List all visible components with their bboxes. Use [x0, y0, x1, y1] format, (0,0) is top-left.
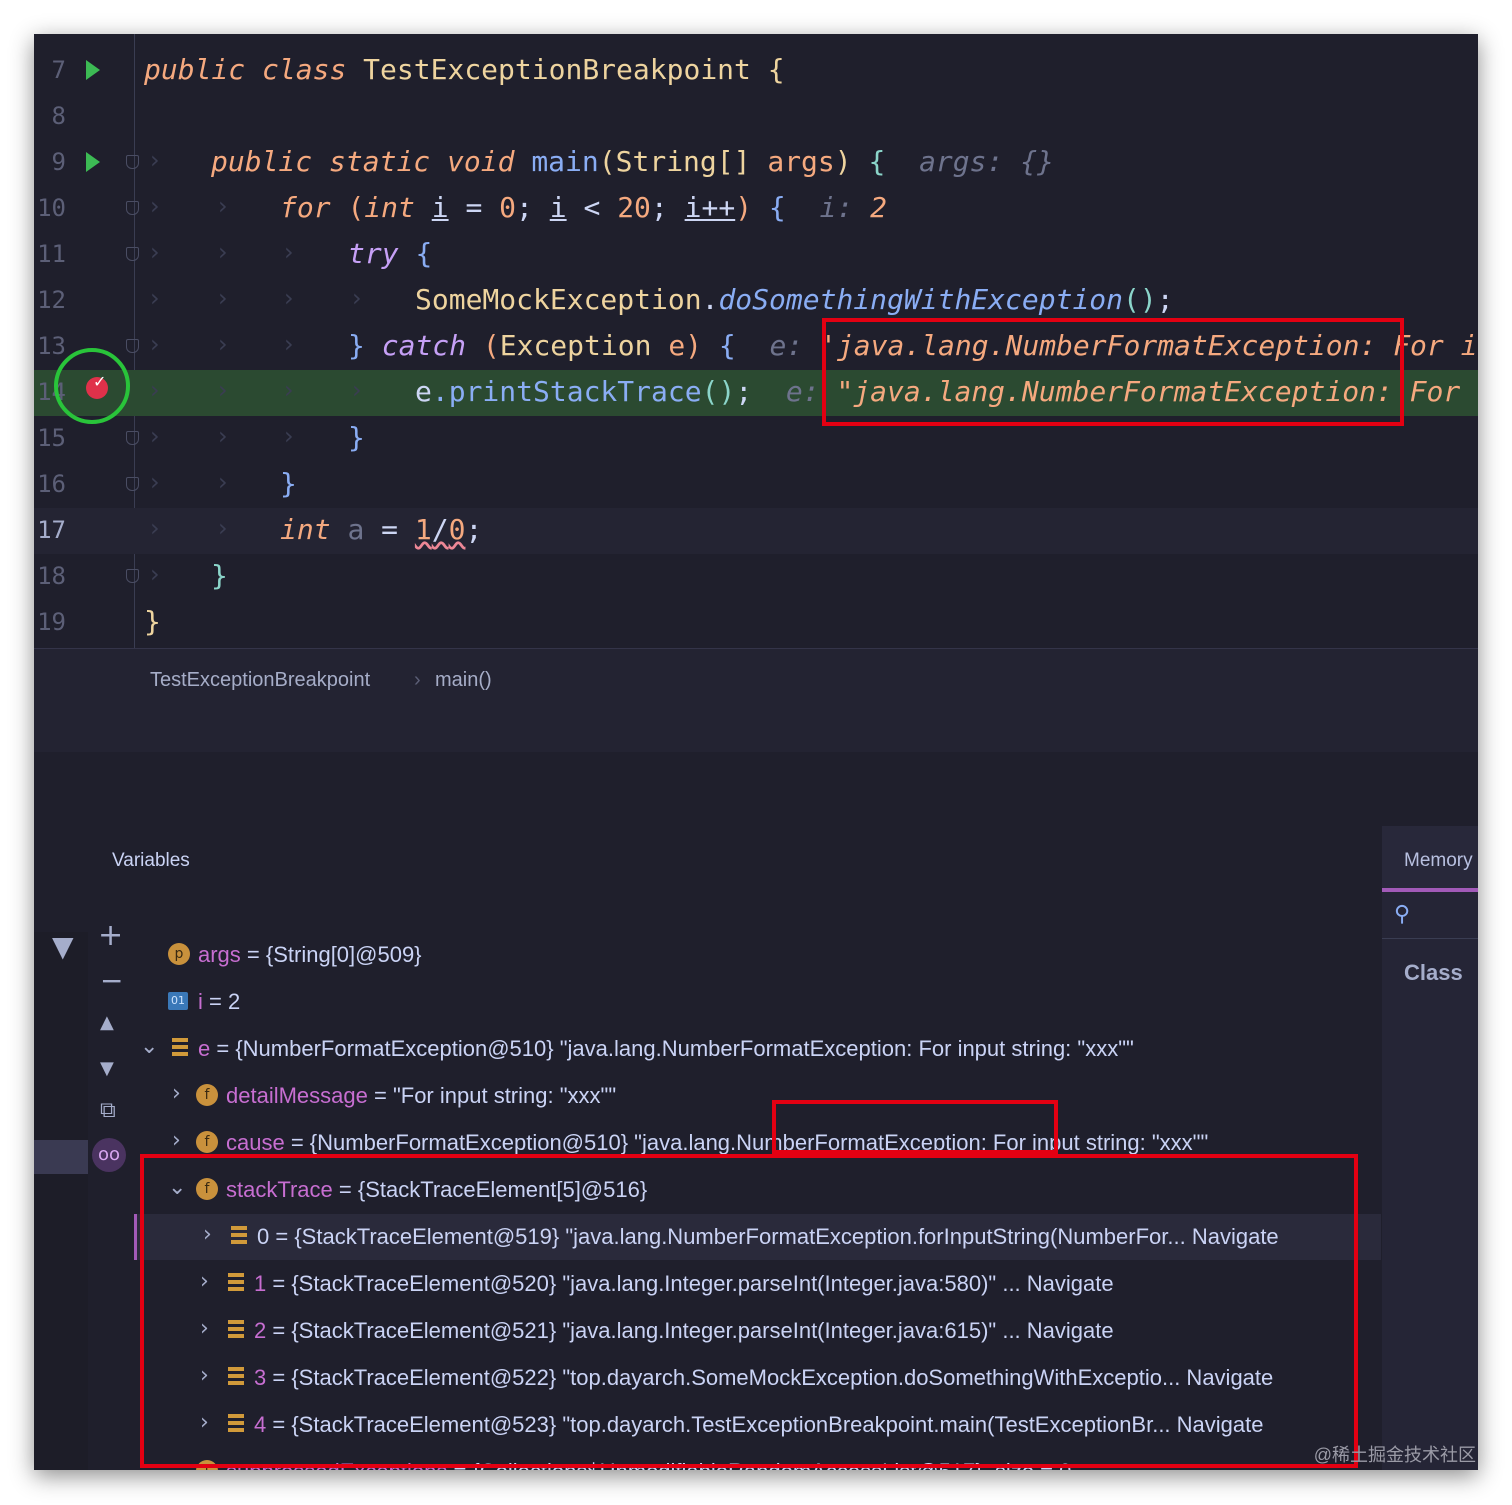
- fold-icon[interactable]: [126, 201, 139, 215]
- code-line-17[interactable]: 17 int a = 1/0;: [34, 508, 1478, 554]
- field-icon: f: [196, 1084, 218, 1106]
- fold-icon[interactable]: [126, 339, 139, 353]
- filter-icon[interactable]: ▼: [52, 930, 74, 963]
- variable-row-args[interactable]: p args = {String[0]@509}: [134, 932, 1378, 978]
- code-text: public static void main(String[] args) {…: [211, 145, 1054, 178]
- expand-chevron-icon[interactable]: ›: [172, 1128, 181, 1153]
- fold-icon[interactable]: [126, 569, 139, 583]
- code-line-18[interactable]: 18 }: [34, 554, 1478, 600]
- breadcrumb-method[interactable]: main(): [435, 669, 492, 692]
- annotation-circle: [54, 348, 130, 424]
- line-number: 18: [37, 562, 66, 590]
- line-number: 7: [51, 56, 66, 84]
- code-line-8[interactable]: 8: [34, 94, 1478, 140]
- code-line-10[interactable]: 10 for (int i = 0; i < 20; i++) { i: 2: [34, 186, 1478, 232]
- memory-class-column[interactable]: Class: [1404, 960, 1463, 986]
- code-text: }: [280, 467, 297, 500]
- code-text: }: [348, 421, 365, 454]
- copy-icon[interactable]: ⧉: [100, 1098, 116, 1123]
- collapse-chevron-icon[interactable]: ⌄: [140, 1034, 158, 1059]
- variables-title: Variables: [112, 850, 190, 871]
- run-icon[interactable]: [86, 60, 100, 80]
- memory-tab[interactable]: Memory: [1382, 826, 1478, 892]
- fold-icon[interactable]: [126, 155, 139, 169]
- variable-row-e[interactable]: ⌄ e = {NumberFormatException@510} "java.…: [134, 1026, 1378, 1072]
- parameter-icon: p: [168, 943, 190, 965]
- field-icon: f: [196, 1131, 218, 1153]
- variable-row-detailMessage[interactable]: › f detailMessage = "For input string: "…: [134, 1073, 1378, 1119]
- code-line-16[interactable]: 16 }: [34, 462, 1478, 508]
- line-number: 13: [37, 332, 66, 360]
- run-icon[interactable]: [86, 152, 100, 172]
- code-editor[interactable]: 7 public class TestExceptionBreakpoint {…: [34, 34, 1478, 648]
- debugger-side-toolbar: [34, 932, 88, 1470]
- line-number: 10: [37, 194, 66, 222]
- remove-icon[interactable]: −: [100, 964, 123, 997]
- code-text: try {: [348, 237, 433, 270]
- code-text: public class TestExceptionBreakpoint {: [144, 53, 785, 86]
- code-line-9[interactable]: 9 public static void main(String[] args)…: [34, 140, 1478, 186]
- fold-icon[interactable]: [126, 477, 139, 491]
- add-icon[interactable]: +: [98, 918, 123, 953]
- watermark: @稀土掘金技术社区: [1313, 1445, 1476, 1465]
- down-icon[interactable]: ▼: [100, 1058, 114, 1079]
- annotation-box-stacktrace: [140, 1154, 1358, 1468]
- indent-guide: [150, 146, 160, 180]
- line-number: 9: [51, 148, 66, 176]
- debugger-panel: Variables ▼ + − ▲ ▼ ⧉ oo p args = {Strin…: [34, 752, 1478, 1470]
- code-text: }: [211, 559, 228, 592]
- line-number: 19: [37, 608, 66, 636]
- code-text: int a = 1/0;: [280, 513, 483, 546]
- breadcrumb-class[interactable]: TestExceptionBreakpoint: [150, 669, 370, 692]
- search-icon[interactable]: ⚲: [1394, 902, 1410, 927]
- breadcrumb-separator: ›: [414, 669, 421, 691]
- object-icon: [172, 1038, 188, 1056]
- annotation-box-cause: [772, 1100, 1058, 1154]
- line-number: 8: [51, 102, 66, 130]
- line-number: 16: [37, 470, 66, 498]
- variable-row-i[interactable]: 01 i = 2: [134, 979, 1378, 1025]
- toolbar-selection: [34, 1140, 88, 1174]
- fold-icon[interactable]: [126, 247, 139, 261]
- code-line-19[interactable]: 19 }: [34, 600, 1478, 646]
- fold-icon[interactable]: [126, 431, 139, 445]
- ide-window: 7 public class TestExceptionBreakpoint {…: [34, 34, 1478, 1470]
- watch-icon[interactable]: oo: [92, 1138, 126, 1172]
- expand-chevron-icon[interactable]: ›: [172, 1081, 181, 1106]
- breadcrumb: TestExceptionBreakpoint › main(): [34, 648, 1478, 753]
- line-number: 17: [37, 516, 66, 544]
- code-text: SomeMockException.doSomethingWithExcepti…: [415, 283, 1174, 316]
- code-line-11[interactable]: 11 try {: [34, 232, 1478, 278]
- annotation-box-inline-hint: [822, 318, 1404, 426]
- primitive-icon: 01: [168, 992, 188, 1010]
- code-text: }: [144, 605, 161, 638]
- line-number: 12: [37, 286, 66, 314]
- code-line-7[interactable]: 7 public class TestExceptionBreakpoint {: [34, 48, 1478, 94]
- line-number: 11: [37, 240, 66, 268]
- code-text: for (int i = 0; i < 20; i++) { i: 2: [280, 191, 887, 224]
- line-number: 15: [37, 424, 66, 452]
- up-icon[interactable]: ▲: [100, 1012, 114, 1033]
